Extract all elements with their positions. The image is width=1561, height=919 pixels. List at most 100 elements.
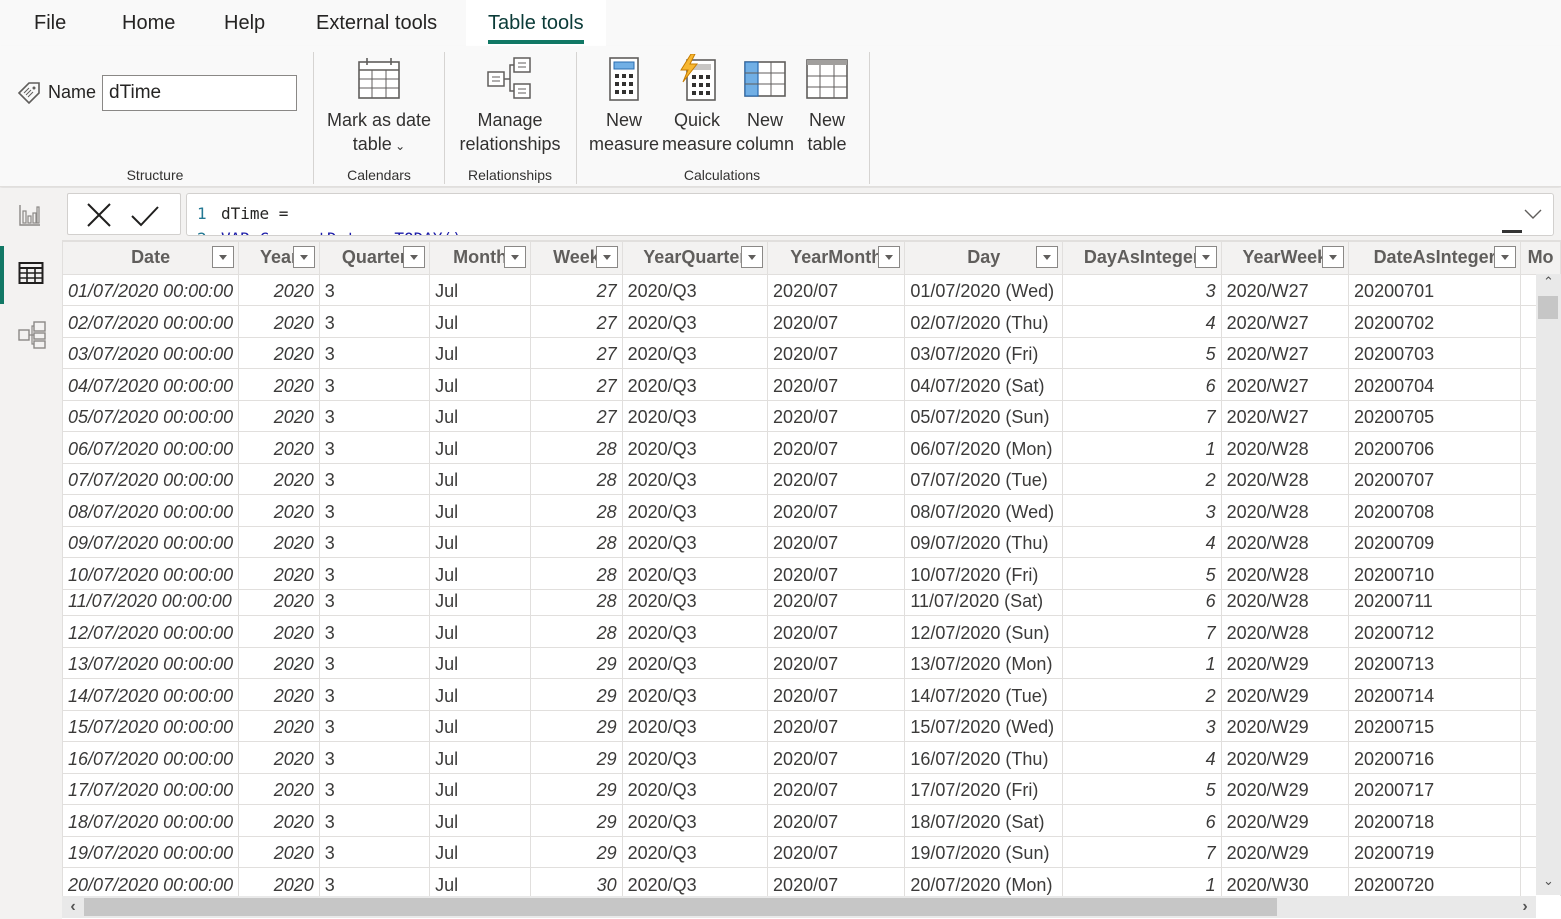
filter-dropdown-icon[interactable] xyxy=(878,246,901,268)
table-cell[interactable]: 20200716 xyxy=(1348,740,1522,774)
table-cell[interactable]: 3 xyxy=(1062,709,1222,742)
table-cell[interactable]: 08/07/2020 (Wed) xyxy=(904,493,1064,527)
table-cell[interactable]: 6 xyxy=(1062,588,1222,616)
table-cell[interactable]: 2020/07 xyxy=(767,399,906,432)
table-cell[interactable]: 20200718 xyxy=(1348,803,1522,837)
table-cell[interactable]: 2020/W29 xyxy=(1220,835,1350,868)
table-cell[interactable]: 12/07/2020 00:00:00 xyxy=(62,614,240,648)
table-cell[interactable]: 2020/W29 xyxy=(1220,772,1350,805)
table-cell[interactable]: 3 xyxy=(318,525,431,558)
table-cell[interactable]: 2020/Q3 xyxy=(621,803,769,837)
table-cell[interactable]: 12/07/2020 (Sun) xyxy=(904,614,1064,648)
table-cell[interactable]: 3 xyxy=(318,646,431,679)
table-cell[interactable]: 20200703 xyxy=(1348,336,1522,369)
table-cell[interactable]: 29 xyxy=(530,646,623,679)
table-cell[interactable]: 20/07/2020 (Mon) xyxy=(904,866,1064,900)
table-cell[interactable]: 3 xyxy=(318,740,431,774)
table-cell[interactable]: 1 xyxy=(1062,646,1222,679)
table-cell[interactable]: 3 xyxy=(318,803,431,837)
table-cell[interactable]: 09/07/2020 00:00:00 xyxy=(62,525,240,558)
table-cell[interactable]: 2020 xyxy=(238,556,320,590)
table-cell[interactable]: 2020/07 xyxy=(767,803,906,837)
table-cell[interactable]: 2020 xyxy=(238,866,320,900)
table-cell[interactable]: 2020/07 xyxy=(767,588,906,616)
table-cell[interactable]: 20200706 xyxy=(1348,430,1522,464)
table-cell[interactable]: 18/07/2020 00:00:00 xyxy=(62,803,240,837)
filter-dropdown-icon[interactable] xyxy=(504,246,527,268)
table-cell[interactable]: Jul xyxy=(429,740,532,774)
table-cell[interactable]: 2020/Q3 xyxy=(621,588,769,616)
table-cell[interactable]: 29 xyxy=(530,709,623,742)
mark-as-date-table-button[interactable]: Mark as date table ⌄ xyxy=(324,54,434,158)
table-cell[interactable]: 4 xyxy=(1062,525,1222,558)
table-cell[interactable]: 07/07/2020 (Tue) xyxy=(904,462,1064,495)
scroll-left-icon[interactable]: ‹ xyxy=(62,896,84,918)
table-cell[interactable]: 2020/W28 xyxy=(1220,588,1350,616)
filter-dropdown-icon[interactable] xyxy=(1036,246,1059,268)
table-cell[interactable]: 29 xyxy=(530,740,623,774)
table-cell[interactable]: Jul xyxy=(429,399,532,432)
table-cell[interactable]: 28 xyxy=(530,493,623,527)
table-cell[interactable]: 2020 xyxy=(238,614,320,648)
table-cell[interactable]: 20200704 xyxy=(1348,367,1522,401)
table-cell[interactable]: 2020/W27 xyxy=(1220,336,1350,369)
table-cell[interactable]: 15/07/2020 00:00:00 xyxy=(62,709,240,742)
table-cell[interactable]: 6 xyxy=(1062,367,1222,401)
table-cell[interactable]: 2 xyxy=(1062,677,1222,711)
tab-external-tools[interactable]: External tools xyxy=(316,0,437,46)
table-cell[interactable]: 2020/Q3 xyxy=(621,614,769,648)
table-cell[interactable]: 2020 xyxy=(238,740,320,774)
table-cell[interactable]: 20200714 xyxy=(1348,677,1522,711)
table-cell[interactable]: 29 xyxy=(530,772,623,805)
table-cell[interactable]: 2020/W28 xyxy=(1220,462,1350,495)
table-cell[interactable]: 5 xyxy=(1062,336,1222,369)
table-cell[interactable]: 2020/07 xyxy=(767,462,906,495)
table-cell[interactable]: 2020/07 xyxy=(767,709,906,742)
table-cell[interactable]: 2020/Q3 xyxy=(621,677,769,711)
table-cell[interactable]: 10/07/2020 (Fri) xyxy=(904,556,1064,590)
column-header[interactable]: YearWeek xyxy=(1220,240,1350,275)
scroll-up-icon[interactable]: ⌃ xyxy=(1536,274,1561,296)
table-cell[interactable]: 30 xyxy=(530,866,623,900)
table-cell[interactable]: 2020/Q3 xyxy=(621,866,769,900)
table-cell[interactable]: 11/07/2020 00:00:00 xyxy=(62,588,240,616)
table-cell[interactable]: 2020/07 xyxy=(767,525,906,558)
table-cell[interactable]: 27 xyxy=(530,304,623,338)
table-cell[interactable]: 2020/07 xyxy=(767,304,906,338)
table-cell[interactable]: 2020 xyxy=(238,709,320,742)
table-cell[interactable]: 2020 xyxy=(238,273,320,306)
table-cell[interactable]: Jul xyxy=(429,525,532,558)
table-cell[interactable]: 20200708 xyxy=(1348,493,1522,527)
column-header[interactable]: Mo xyxy=(1520,240,1561,275)
scroll-right-icon[interactable]: › xyxy=(1514,896,1536,918)
column-header[interactable]: Quarter xyxy=(318,240,431,275)
table-cell[interactable]: 2020/07 xyxy=(767,556,906,590)
horizontal-scroll-thumb[interactable] xyxy=(84,898,1277,916)
tab-table-tools[interactable]: Table tools xyxy=(466,0,606,46)
column-header[interactable]: DayAsInteger xyxy=(1062,240,1222,275)
table-cell[interactable]: 6 xyxy=(1062,803,1222,837)
manage-relationships-button[interactable]: Manage relationships xyxy=(452,54,568,156)
table-cell[interactable]: 08/07/2020 00:00:00 xyxy=(62,493,240,527)
table-cell[interactable]: 2020/W27 xyxy=(1220,304,1350,338)
table-cell[interactable]: 28 xyxy=(530,588,623,616)
table-cell[interactable]: 20200709 xyxy=(1348,525,1522,558)
report-view-button[interactable] xyxy=(0,188,62,246)
table-cell[interactable]: 2020/W28 xyxy=(1220,614,1350,648)
table-cell[interactable]: 2020 xyxy=(238,430,320,464)
table-cell[interactable]: 20200701 xyxy=(1348,273,1522,306)
table-cell[interactable]: 17/07/2020 00:00:00 xyxy=(62,772,240,805)
table-cell[interactable]: 1 xyxy=(1062,866,1222,900)
column-header[interactable]: YearMonth xyxy=(767,240,906,275)
table-cell[interactable]: 2020/Q3 xyxy=(621,304,769,338)
table-cell[interactable]: 2020/W27 xyxy=(1220,367,1350,401)
table-cell[interactable]: 3 xyxy=(1062,273,1222,306)
filter-dropdown-icon[interactable] xyxy=(403,246,426,268)
table-cell[interactable]: 2020/W29 xyxy=(1220,677,1350,711)
table-cell[interactable]: 2020/Q3 xyxy=(621,740,769,774)
table-cell[interactable]: 02/07/2020 00:00:00 xyxy=(62,304,240,338)
table-cell[interactable]: 3 xyxy=(318,367,431,401)
table-cell[interactable]: Jul xyxy=(429,677,532,711)
table-cell[interactable]: 2020/07 xyxy=(767,772,906,805)
table-cell[interactable]: 2020 xyxy=(238,336,320,369)
